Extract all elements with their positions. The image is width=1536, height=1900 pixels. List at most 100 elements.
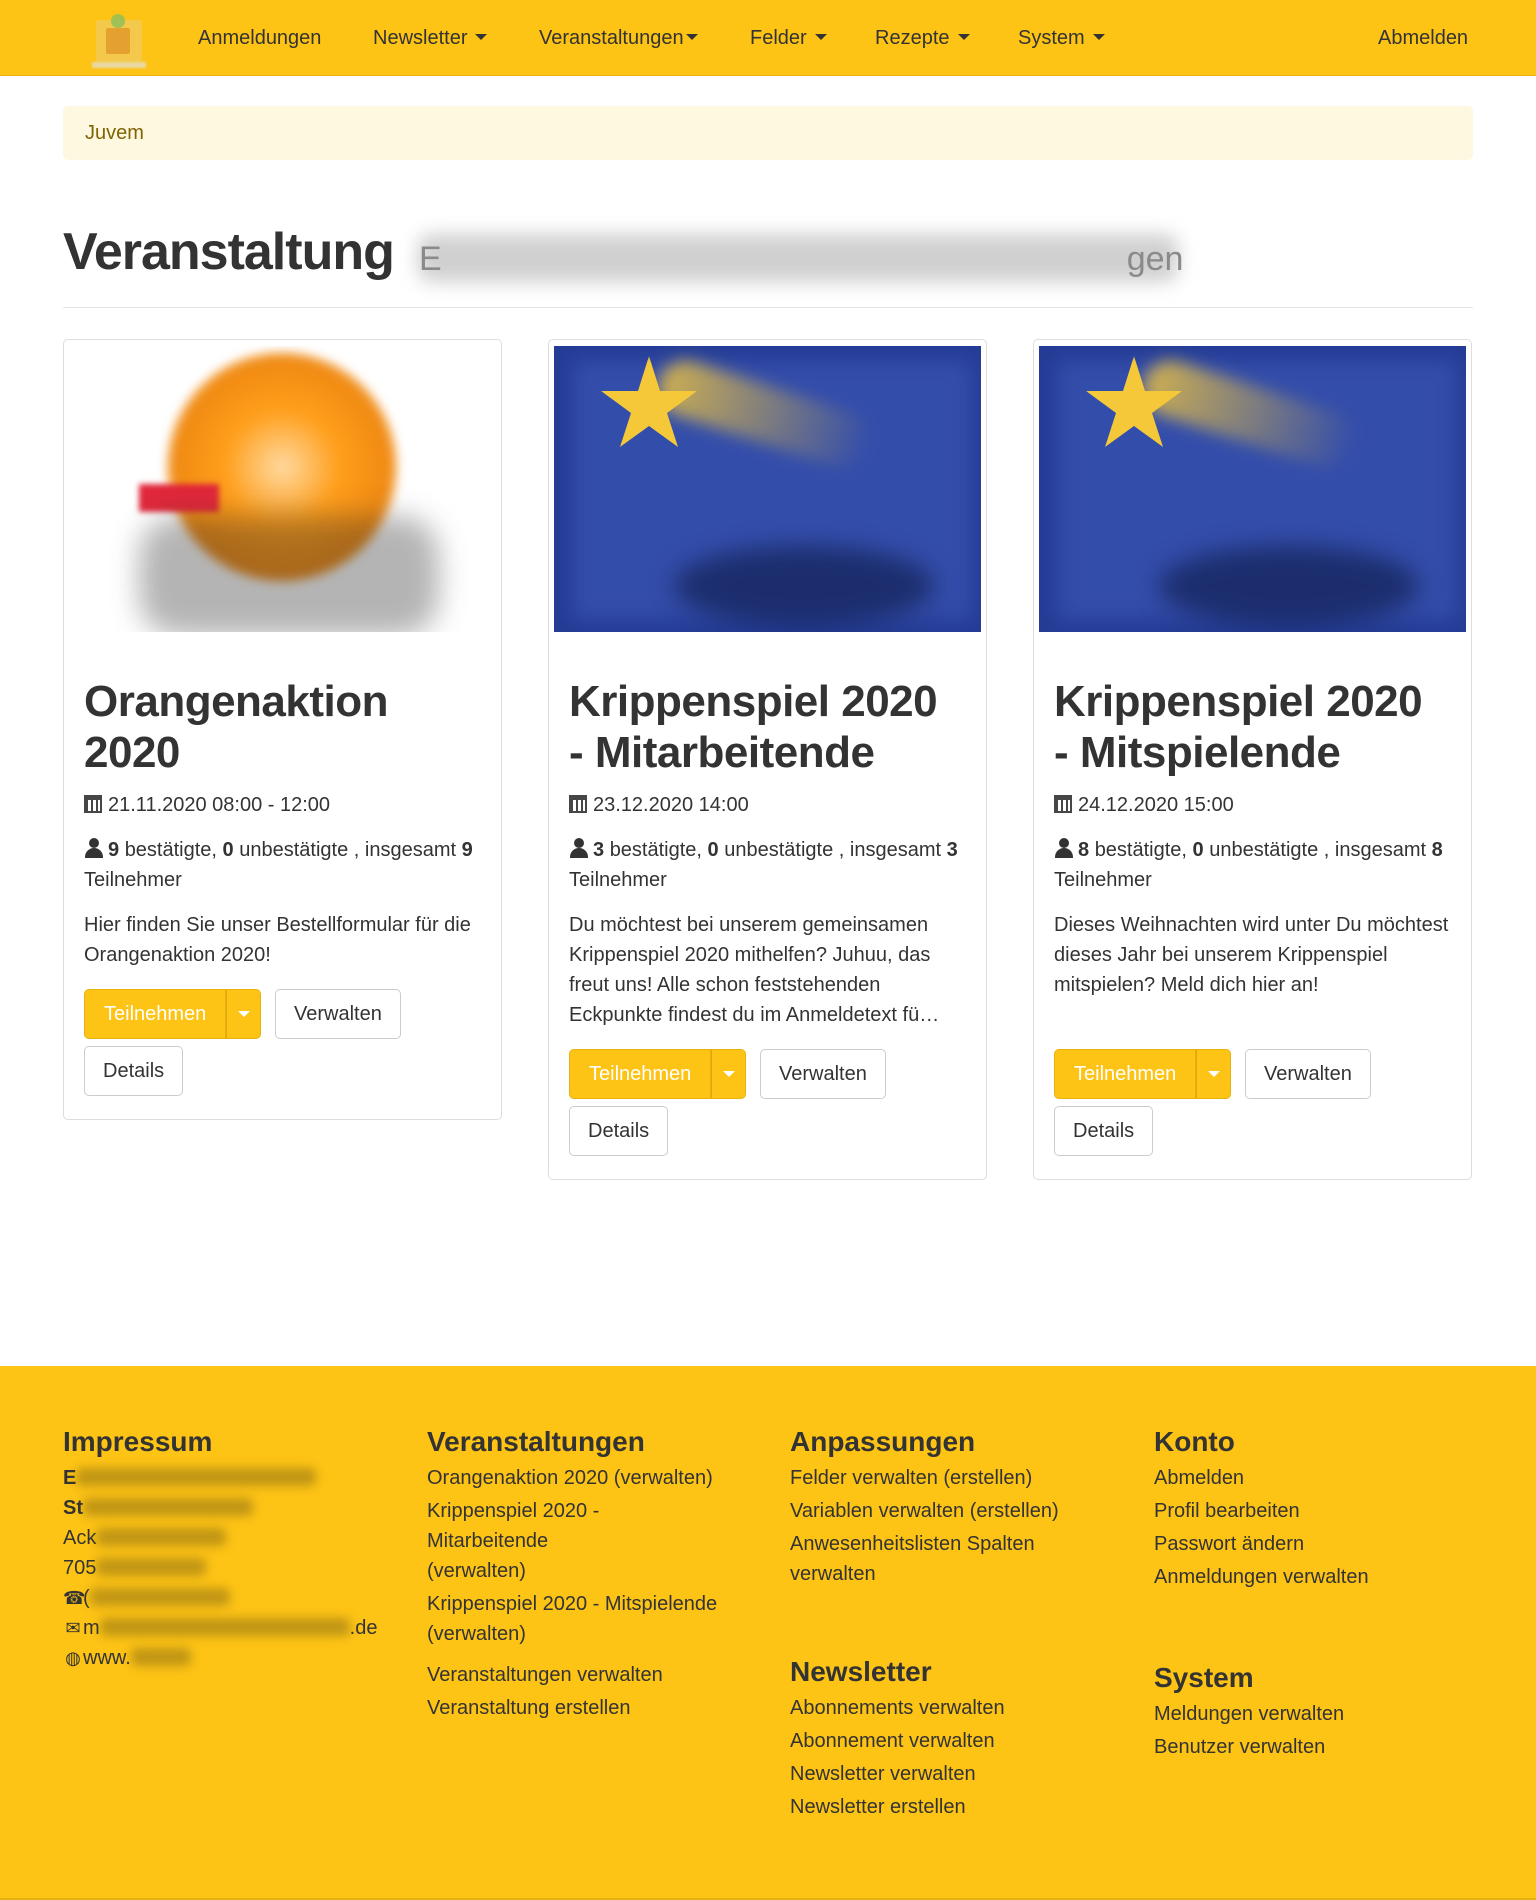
caret-down-icon xyxy=(814,34,827,40)
impressum-street: Ack xyxy=(63,1523,393,1553)
event-description: Du möchtest bei unserem gemeinsamen Krip… xyxy=(569,914,940,1026)
footer-heading-konto: Konto xyxy=(1154,1426,1235,1457)
participant-count: 9 bestätigte, 0 unbestätigte , insgesamt… xyxy=(84,838,473,891)
footer-konto: Konto Abmelden Profil bearbeiten Passwor… xyxy=(1154,1424,1484,1765)
footer-heading-veranstaltungen: Veranstaltungen xyxy=(427,1426,645,1457)
nav-veranstaltungen-dropdown[interactable]: Veranstaltungen xyxy=(539,25,698,51)
page-subtitle: Egen xyxy=(419,240,1184,278)
footer-link-abonnement[interactable]: Abonnement verwalten xyxy=(790,1726,1120,1756)
nav-felder-dropdown[interactable]: Felder xyxy=(750,25,827,51)
calendar-icon xyxy=(1054,795,1072,813)
caret-down-icon xyxy=(685,34,698,40)
participate-button-group: Teilnehmen xyxy=(569,1049,747,1099)
impressum-city: 705 xyxy=(63,1553,393,1583)
footer-link-anwesenheitslisten[interactable]: Anwesenheitslisten Spalten verwalten xyxy=(790,1529,1080,1589)
event-card-krippenspiel-mitspielende: Krippenspiel 2020 - Mitspielende 24.12.2… xyxy=(1033,339,1472,1180)
event-image[interactable] xyxy=(69,346,496,632)
details-button[interactable]: Details xyxy=(569,1106,669,1156)
impressum-website[interactable]: ◍ www. xyxy=(63,1643,393,1673)
footer-link-veranstaltungen-verwalten[interactable]: Veranstaltungen verwalten xyxy=(427,1660,757,1690)
nav-anmeldungen[interactable]: Anmeldungen xyxy=(198,25,321,51)
caret-down-icon xyxy=(723,1071,736,1077)
page-header: Veranstaltung Egen xyxy=(63,218,1473,308)
event-image[interactable] xyxy=(1039,346,1466,632)
impressum-org-line1: E xyxy=(63,1463,393,1493)
nav-rezepte-dropdown[interactable]: Rezepte xyxy=(875,25,970,51)
event-title[interactable]: Krippenspiel 2020 - Mitspielende xyxy=(1054,676,1423,778)
event-description: Dieses Weihnachten wird unter Du möchtes… xyxy=(1054,914,1449,996)
footer-heading-impressum: Impressum xyxy=(63,1426,213,1457)
caret-down-icon xyxy=(475,34,488,40)
caret-down-icon xyxy=(238,1011,251,1017)
footer-link-abonnements[interactable]: Abonnements verwalten xyxy=(790,1693,1120,1723)
globe-icon: ◍ xyxy=(65,1648,81,1668)
manage-button[interactable]: Verwalten xyxy=(275,989,401,1039)
footer-veranstaltungen: Veranstaltungen Orangenaktion 2020 (verw… xyxy=(427,1424,757,1726)
participate-button-group: Teilnehmen xyxy=(1054,1049,1232,1099)
impressum-org-line2: St xyxy=(63,1493,393,1523)
event-date: 21.11.2020 08:00 - 12:00 xyxy=(84,790,330,820)
caret-down-icon xyxy=(1208,1071,1221,1077)
footer-link-krippenspiel-mitspielende[interactable]: Krippenspiel 2020 - Mitspielende (verwal… xyxy=(427,1589,757,1649)
breadcrumb-item-juvem[interactable]: Juvem xyxy=(85,122,144,144)
participant-count: 8 bestätigte, 0 unbestätigte , insgesamt… xyxy=(1054,838,1443,891)
footer-link-abmelden[interactable]: Abmelden xyxy=(1154,1463,1484,1493)
participate-button[interactable]: Teilnehmen xyxy=(569,1049,712,1099)
details-button[interactable]: Details xyxy=(84,1046,184,1096)
impressum-phone[interactable]: ☎( xyxy=(63,1583,393,1613)
footer-heading-anpassungen: Anpassungen xyxy=(790,1426,976,1457)
footer-link-felder[interactable]: Felder verwalten (erstellen) xyxy=(790,1463,1120,1493)
participate-button-group: Teilnehmen xyxy=(84,989,262,1039)
manage-button[interactable]: Verwalten xyxy=(1245,1049,1371,1099)
phone-icon: ☎ xyxy=(63,1588,86,1608)
participant-count: 3 bestätigte, 0 unbestätigte , insgesamt… xyxy=(569,838,958,891)
breadcrumb: Juvem xyxy=(63,106,1473,160)
footer-anpassungen: Anpassungen Felder verwalten (erstellen)… xyxy=(790,1424,1120,1825)
participate-dropdown-toggle[interactable] xyxy=(226,989,262,1039)
caret-down-icon xyxy=(957,34,970,40)
brand-logo[interactable] xyxy=(90,10,148,70)
participate-dropdown-toggle[interactable] xyxy=(711,1049,747,1099)
user-icon xyxy=(84,838,104,858)
manage-button[interactable]: Verwalten xyxy=(760,1049,886,1099)
footer-link-newsletter-erstellen[interactable]: Newsletter erstellen xyxy=(790,1792,1120,1822)
footer-link-orangenaktion[interactable]: Orangenaktion 2020 (verwalten) xyxy=(427,1463,757,1493)
details-button[interactable]: Details xyxy=(1054,1106,1154,1156)
nav-system-dropdown[interactable]: System xyxy=(1018,25,1105,51)
footer-link-variablen[interactable]: Variablen verwalten (erstellen) xyxy=(790,1496,1120,1526)
nav-newsletter-dropdown[interactable]: Newsletter xyxy=(373,25,488,51)
user-icon xyxy=(569,838,589,858)
calendar-icon xyxy=(569,795,587,813)
footer-heading-system: System xyxy=(1154,1662,1254,1693)
participate-dropdown-toggle[interactable] xyxy=(1196,1049,1232,1099)
footer-link-krippenspiel-mitarbeitende[interactable]: Krippenspiel 2020 - Mitarbeitende (verwa… xyxy=(427,1496,637,1586)
footer-link-veranstaltung-erstellen[interactable]: Veranstaltung erstellen xyxy=(427,1693,757,1723)
footer-link-passwort[interactable]: Passwort ändern xyxy=(1154,1529,1484,1559)
event-card-krippenspiel-mitarbeitende: Krippenspiel 2020 - Mitarbeitende 23.12.… xyxy=(548,339,987,1180)
logo-icon xyxy=(96,14,142,62)
calendar-icon xyxy=(84,795,102,813)
footer-heading-newsletter: Newsletter xyxy=(790,1656,932,1687)
footer-link-profil[interactable]: Profil bearbeiten xyxy=(1154,1496,1484,1526)
footer-link-newsletter-verwalten[interactable]: Newsletter verwalten xyxy=(790,1759,1120,1789)
footer-link-anmeldungen[interactable]: Anmeldungen verwalten xyxy=(1154,1562,1484,1592)
event-title[interactable]: Orangenaktion 2020 xyxy=(84,676,389,778)
event-image[interactable] xyxy=(554,346,981,632)
footer: Impressum E St Ack 705 ☎( ✉ m .de ◍ www. Ve… xyxy=(0,1366,1536,1900)
event-card-orangenaktion: Orangenaktion 2020 21.11.2020 08:00 - 12… xyxy=(63,339,502,1120)
page-title: Veranstaltung xyxy=(63,223,395,281)
event-description: Hier finden Sie unser Bestellformular fü… xyxy=(84,914,471,966)
logout-link[interactable]: Abmelden xyxy=(1378,25,1468,51)
impressum-email[interactable]: ✉ m .de xyxy=(63,1613,393,1643)
footer-impressum: Impressum E St Ack 705 ☎( ✉ m .de ◍ www. xyxy=(63,1424,393,1673)
event-date: 24.12.2020 15:00 xyxy=(1054,790,1234,820)
envelope-icon: ✉ xyxy=(65,1618,81,1638)
top-navbar: Anmeldungen Newsletter Veranstaltungen F… xyxy=(0,0,1536,76)
event-date: 23.12.2020 14:00 xyxy=(569,790,749,820)
participate-button[interactable]: Teilnehmen xyxy=(84,989,227,1039)
footer-link-meldungen[interactable]: Meldungen verwalten xyxy=(1154,1699,1484,1729)
participate-button[interactable]: Teilnehmen xyxy=(1054,1049,1197,1099)
user-icon xyxy=(1054,838,1074,858)
footer-link-benutzer[interactable]: Benutzer verwalten xyxy=(1154,1732,1484,1762)
event-title[interactable]: Krippenspiel 2020 - Mitarbeitende xyxy=(569,676,938,778)
